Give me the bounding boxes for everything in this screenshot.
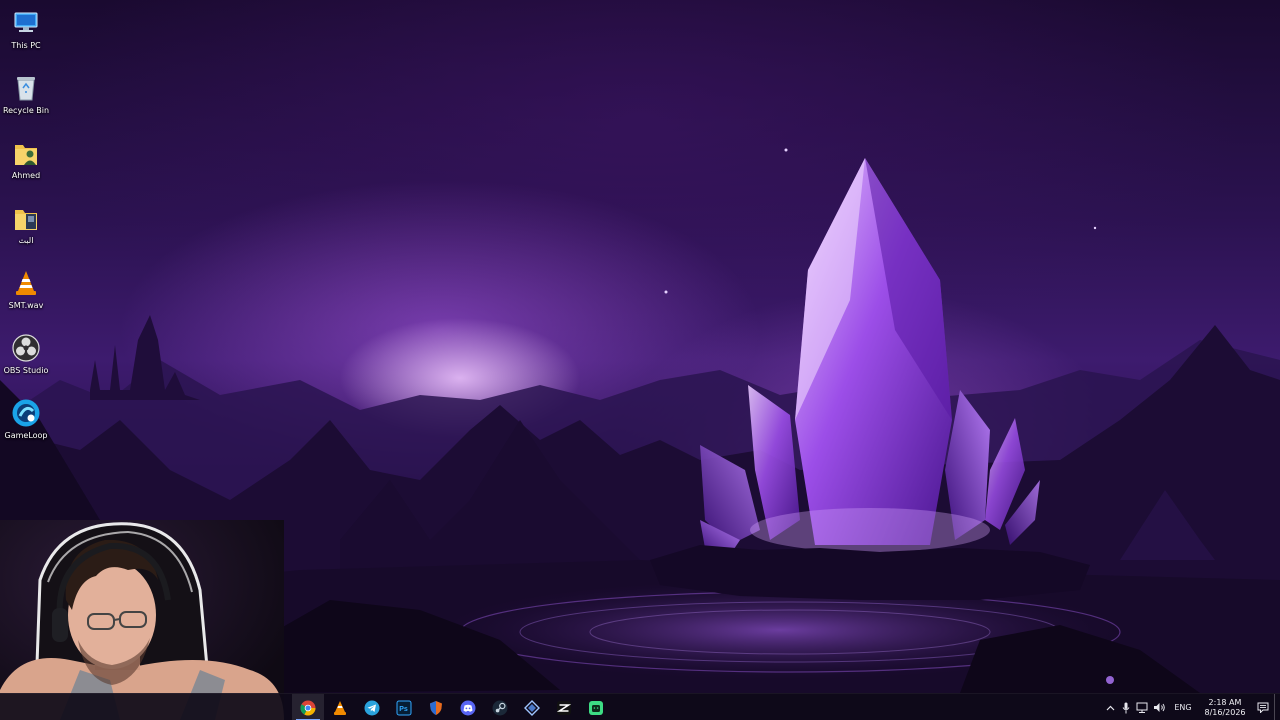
desktop-icon-label: Ahmed <box>11 171 41 180</box>
capcut-icon <box>556 700 572 715</box>
diamond-app-icon <box>524 699 540 716</box>
desktop-icon-this-pc[interactable]: This PC <box>0 3 52 63</box>
desktop-icon-gameloop[interactable]: GameLoop <box>0 393 52 453</box>
photoshop-icon: Ps <box>396 700 412 715</box>
notification-center-button[interactable] <box>1252 694 1274 720</box>
taskbar-app-vlc[interactable] <box>324 694 356 720</box>
desktop-icon-obs-studio[interactable]: OBS Studio <box>0 328 52 388</box>
webcam-overlay <box>0 520 284 720</box>
shield-icon <box>430 700 442 715</box>
clock[interactable]: 2:18 AM 8/16/2026 <box>1198 694 1252 720</box>
steam-icon <box>492 700 508 715</box>
this-pc-icon <box>11 8 41 38</box>
taskbar-app-photoshop[interactable]: Ps <box>388 694 420 720</box>
microphone-icon <box>1122 702 1130 713</box>
crystal-cluster <box>700 158 1040 555</box>
taskbar-app-chrome[interactable] <box>292 694 324 720</box>
discord-icon <box>460 700 476 715</box>
user-folder-icon <box>11 138 41 168</box>
android-icon <box>589 700 603 715</box>
desktop-icon-label: Recycle Bin <box>2 106 50 115</box>
svg-text:Ps: Ps <box>399 706 408 713</box>
folder-icon <box>11 203 41 233</box>
volume-button[interactable] <box>1150 694 1168 720</box>
network-button[interactable] <box>1134 694 1150 720</box>
desktop-icon-smt-wav[interactable]: SMT.wav <box>0 263 52 323</box>
taskbar-app-discord[interactable] <box>452 694 484 720</box>
taskbar: Ps ENG 2:18 AM 8/16/2026 <box>0 693 1280 720</box>
show-desktop-button[interactable] <box>1274 694 1280 720</box>
notification-icon <box>1257 702 1269 713</box>
microphone-button[interactable] <box>1118 694 1134 720</box>
desktop-icon-label: GameLoop <box>4 431 48 440</box>
chevron-up-icon <box>1106 705 1114 710</box>
show-hidden-icons-button[interactable] <box>1102 694 1118 720</box>
webcam-feed <box>0 522 284 720</box>
taskbar-app-launcher[interactable] <box>516 694 548 720</box>
telegram-icon <box>364 700 380 715</box>
taskbar-pinned-apps: Ps <box>292 694 612 720</box>
vlc-icon <box>334 700 346 715</box>
taskbar-app-telegram[interactable] <box>356 694 388 720</box>
clock-date: 8/16/2026 <box>1204 707 1246 717</box>
taskbar-app-android[interactable] <box>580 694 612 720</box>
taskbar-app-capcut[interactable] <box>548 694 580 720</box>
recycle-bin-icon <box>11 73 41 103</box>
taskbar-app-steam[interactable] <box>484 694 516 720</box>
clock-time: 2:18 AM <box>1208 697 1242 707</box>
obs-icon <box>11 333 41 363</box>
vlc-icon <box>11 268 41 298</box>
desktop-icon-label: This PC <box>11 41 41 50</box>
network-icon <box>1136 702 1148 713</box>
desktop-icon-label: OBS Studio <box>3 366 49 375</box>
speaker-icon <box>1153 703 1165 712</box>
desktop-icon-broadcast-folder[interactable]: البث <box>0 198 52 258</box>
desktop-icon-recycle-bin[interactable]: Recycle Bin <box>0 68 52 128</box>
desktop-icon-label: SMT.wav <box>8 301 44 310</box>
desktop-icon-ahmed[interactable]: Ahmed <box>0 133 52 193</box>
input-language-indicator[interactable]: ENG <box>1168 694 1198 720</box>
chrome-icon <box>300 700 316 715</box>
desktop-icon-label: البث <box>18 236 34 245</box>
gameloop-icon <box>11 398 41 428</box>
system-tray: ENG 2:18 AM 8/16/2026 <box>1102 694 1280 720</box>
taskbar-app-shield[interactable] <box>420 694 452 720</box>
language-label: ENG <box>1174 703 1192 712</box>
